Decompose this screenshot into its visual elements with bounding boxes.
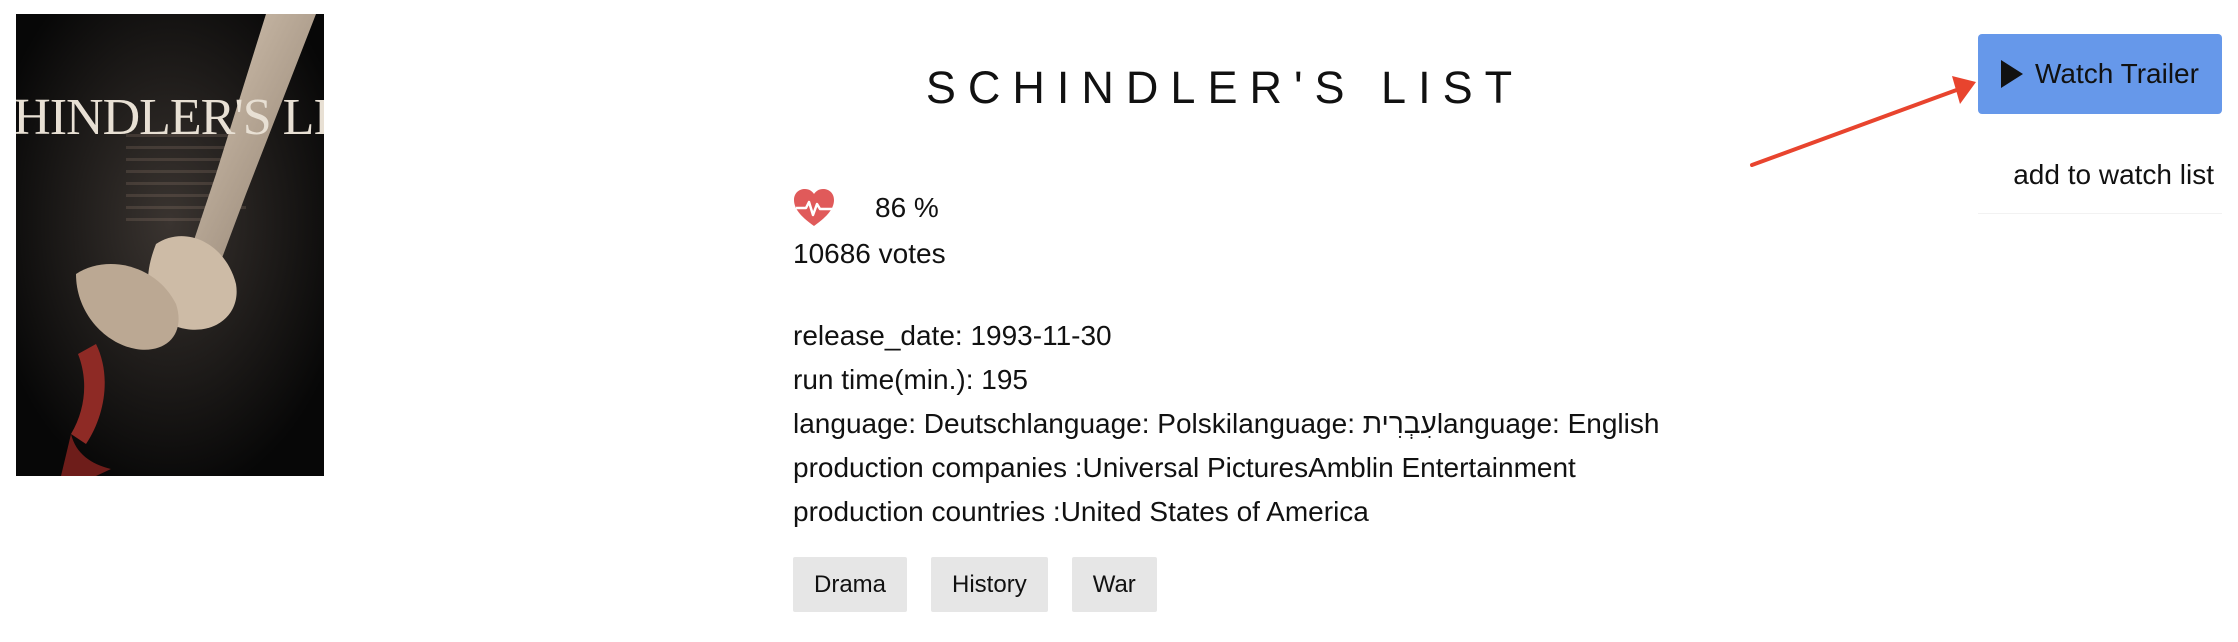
genre-list: Drama History War — [793, 557, 1157, 612]
movie-poster: SCHINDLER'S LIST — [16, 14, 324, 476]
release-date: release_date: 1993-11-30 — [793, 320, 1112, 351]
run-time: run time(min.): 195 — [793, 364, 1028, 395]
add-to-watch-list-button[interactable]: add to watch list — [1978, 140, 2222, 214]
heart-pulse-icon — [793, 188, 835, 228]
rating-value: 86 % — [875, 192, 939, 223]
watch-trailer-label: Watch Trailer — [2035, 58, 2199, 89]
production-companies: production companies :Universal Pictures… — [793, 452, 1576, 483]
vote-count: 10686 votes — [793, 238, 946, 269]
annotation-arrow — [1750, 76, 1976, 167]
rating-row: 86 % — [793, 188, 939, 228]
genre-tag[interactable]: Drama — [793, 557, 908, 612]
production-countries: production countries :United States of A… — [793, 496, 1369, 527]
languages: language: Deutschlanguage: Polskilanguag… — [793, 408, 1660, 439]
play-icon — [2001, 60, 2024, 88]
genre-tag[interactable]: History — [931, 557, 1048, 612]
page-title: SCHINDLER'S LIST — [925, 62, 1525, 113]
watch-trailer-button[interactable]: Watch Trailer — [1978, 34, 2222, 114]
poster-title: SCHINDLER'S LIST — [16, 89, 324, 146]
genre-tag[interactable]: War — [1071, 557, 1157, 612]
